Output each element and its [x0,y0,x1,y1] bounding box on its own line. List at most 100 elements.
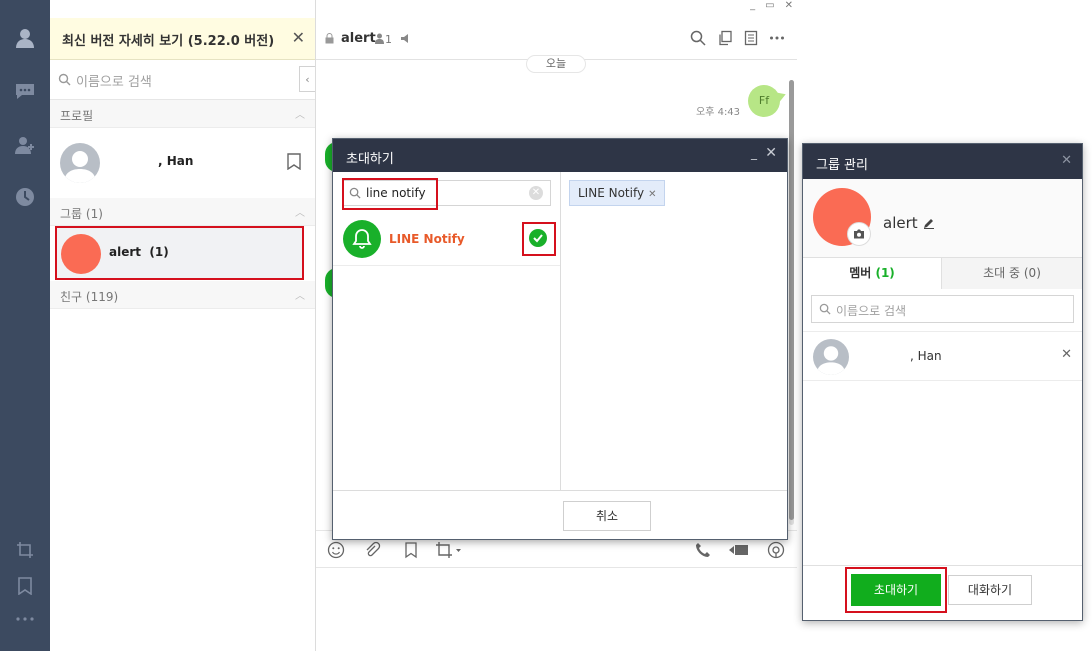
person-icon [375,33,384,44]
chevron-up-icon[interactable]: ︿ [295,204,305,219]
profile-section-header[interactable]: 프로필 ︿ [50,100,315,128]
group-name: alert [883,214,918,232]
video-icon[interactable] [728,541,750,559]
friend-list-panel: 최신 버전 자세히 보기 (5.22.0 버전) ✕ 이름으로 검색 ‹ 프로필… [50,0,316,651]
tab-members-count: (1) [875,266,895,280]
search-icon [58,73,71,86]
chat-header: alert 1 [316,18,797,60]
search-icon[interactable] [690,30,706,46]
friend-search-bar[interactable]: 이름으로 검색 ‹ [50,60,315,100]
more-icon[interactable] [769,30,785,46]
more-icon[interactable] [13,607,37,631]
groups-section-header[interactable]: 그룹 (1) ︿ [50,198,315,226]
cancel-button[interactable]: 취소 [563,501,651,531]
close-button[interactable]: ✕ [785,0,793,16]
chevron-up-icon[interactable]: ︿ [295,106,305,121]
speaker-icon[interactable] [400,33,412,44]
attach-icon[interactable] [363,541,381,559]
friends-section-header[interactable]: 친구 (119) ︿ [50,281,315,309]
avatar[interactable] [813,339,849,375]
bell-icon [343,220,381,258]
invite-dialog: 초대하기 _ ✕ line notify ✕ LINE Notify LINE … [332,138,788,540]
selected-chip[interactable]: LINE Notify ✕ [569,180,666,206]
close-button[interactable]: ✕ [765,145,777,161]
camera-icon[interactable] [847,222,871,246]
minimize-button[interactable]: _ [750,0,755,16]
screen: 최신 버전 자세히 보기 (5.22.0 버전) ✕ 이름으로 검색 ‹ 프로필… [0,0,1092,651]
check-icon[interactable] [529,229,547,247]
chevron-up-icon[interactable]: ︿ [295,287,305,302]
invite-search-pane: line notify ✕ LINE Notify [333,172,561,490]
selected-pane: LINE Notify ✕ [561,172,787,490]
highlight-box [342,178,438,210]
add-friend-icon[interactable] [13,133,37,157]
close-button[interactable]: ✕ [1061,153,1072,168]
group-member-count: (1) [149,245,169,259]
chat-title: alert [341,31,376,46]
crop-icon[interactable] [435,541,463,559]
bookmark-icon[interactable] [13,574,37,598]
clear-search-button[interactable]: ✕ [529,186,543,200]
remove-chip-button[interactable]: ✕ [648,189,656,200]
section-label: 그룹 (1) [60,207,103,221]
bookmark-icon[interactable] [287,153,301,170]
group-manage-dialog: 그룹 관리 ✕ alert 멤버 (1) 초대 중 (0) 이름으로 검색 , … [802,143,1083,621]
section-label: 프로필 [60,109,94,123]
avatar[interactable] [60,143,100,183]
edit-icon[interactable] [923,217,935,229]
maximize-button[interactable]: ▭ [765,0,774,16]
update-notice-text[interactable]: 최신 버전 자세히 보기 (5.22.0 버전) [62,30,274,49]
selected-chip-label: LINE Notify [578,186,645,200]
left-nav-bar [0,0,50,651]
tab-members[interactable]: 멤버 (1) [803,258,942,289]
copy-icon[interactable] [717,30,733,46]
group-row-alert[interactable]: alert (1) [55,226,304,280]
tab-members-label: 멤버 [849,266,872,280]
invite-dialog-header[interactable]: 초대하기 _ ✕ [333,139,787,172]
tab-invited[interactable]: 초대 중 (0) [942,258,1082,289]
result-name: LINE Notify [389,232,465,246]
clock-icon[interactable] [13,185,37,209]
avatar[interactable] [61,234,101,274]
group-name: alert (1) [109,245,169,259]
group-manage-header[interactable]: 그룹 관리 ✕ [803,144,1082,179]
member-name: , Han [910,349,942,363]
my-profile-row[interactable]: , Han [50,129,315,199]
search-icon [819,303,831,315]
crop-icon[interactable] [13,538,37,562]
update-notice-bar[interactable]: 최신 버전 자세히 보기 (5.22.0 버전) ✕ [50,18,315,60]
message-time: 오후 4:43 [696,107,741,118]
profile-name: , Han [158,154,194,168]
chat-bubble-icon[interactable] [13,79,37,103]
group-name-text: alert [109,245,142,259]
notes-icon[interactable] [743,30,759,46]
search-placeholder[interactable]: 이름으로 검색 [836,302,906,319]
member-count: 1 [385,33,392,46]
invite-dialog-title: 초대하기 [346,152,394,167]
group-manage-title: 그룹 관리 [816,158,868,173]
chat-scrollbar-thumb[interactable] [789,80,794,520]
group-profile-area: alert [803,179,1082,257]
invite-dialog-footer: 취소 [333,490,787,539]
chat-button[interactable]: 대화하기 [948,575,1032,605]
bookmark-icon[interactable] [402,541,420,559]
member-search-input[interactable]: 이름으로 검색 [811,295,1074,323]
member-tabs: 멤버 (1) 초대 중 (0) [803,257,1082,289]
lock-icon [325,33,334,44]
member-row[interactable]: , Han ✕ [803,331,1082,381]
search-placeholder[interactable]: 이름으로 검색 [76,71,152,90]
message-bubble[interactable]: Ff [748,85,780,117]
phone-icon[interactable] [694,541,712,559]
invite-button[interactable]: 초대하기 [851,574,941,606]
live-icon[interactable] [767,541,785,559]
emoji-icon[interactable] [327,541,345,559]
collapse-panel-button[interactable]: ‹ [299,66,315,92]
close-icon[interactable]: ✕ [292,28,305,47]
minimize-button[interactable]: _ [751,146,757,160]
date-divider: 오늘 [526,55,586,73]
window-controls: _ ▭ ✕ [750,0,793,16]
person-icon[interactable] [13,26,37,50]
remove-member-button[interactable]: ✕ [1061,347,1072,362]
section-label: 친구 (119) [60,290,119,304]
search-result-row[interactable]: LINE Notify [333,214,560,266]
